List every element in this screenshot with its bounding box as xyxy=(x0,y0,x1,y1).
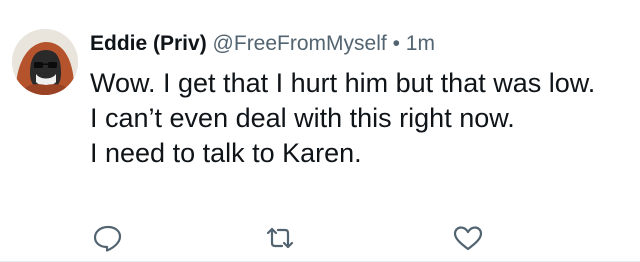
tweet-body: Wow. I get that I hurt him but that was … xyxy=(90,66,620,171)
reply-button[interactable] xyxy=(88,220,128,256)
tweet-line: Wow. I get that I hurt him but that was … xyxy=(90,68,596,98)
display-name[interactable]: Eddie (Priv) xyxy=(90,32,207,55)
tweet[interactable]: Eddie (Priv) @FreeFromMyself • 1m Wow. I… xyxy=(0,0,640,262)
like-icon xyxy=(453,226,483,251)
avatar[interactable] xyxy=(12,29,78,95)
separator-dot: • xyxy=(392,32,400,55)
handle[interactable]: @FreeFromMyself xyxy=(213,32,387,55)
reply-icon xyxy=(93,225,122,252)
tweet-actions xyxy=(0,220,640,256)
tweet-header: Eddie (Priv) @FreeFromMyself • 1m xyxy=(90,30,435,58)
timestamp[interactable]: 1m xyxy=(406,32,435,55)
tweet-line: I need to talk to Karen. xyxy=(90,138,362,168)
tweet-line: I can’t even deal with this right now. xyxy=(90,103,515,133)
avatar-image xyxy=(12,29,78,95)
retweet-button[interactable] xyxy=(260,220,300,256)
retweet-icon xyxy=(266,227,294,249)
like-button[interactable] xyxy=(448,220,488,256)
